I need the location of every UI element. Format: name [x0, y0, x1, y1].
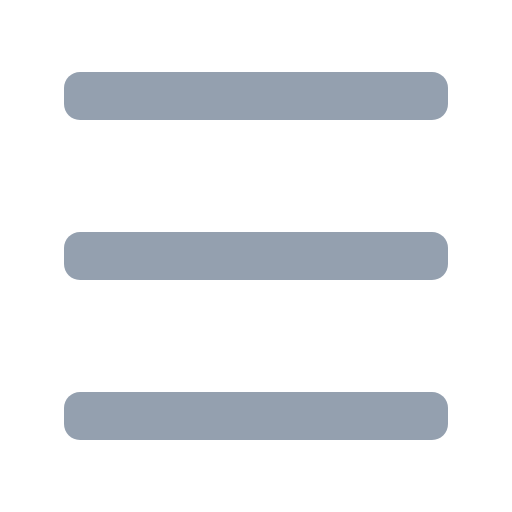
menu-bar-bottom [64, 392, 448, 440]
hamburger-menu-icon [64, 72, 448, 440]
menu-bar-middle [64, 232, 448, 280]
menu-bar-top [64, 72, 448, 120]
icon-canvas [0, 0, 512, 512]
menu-button[interactable] [0, 0, 512, 512]
